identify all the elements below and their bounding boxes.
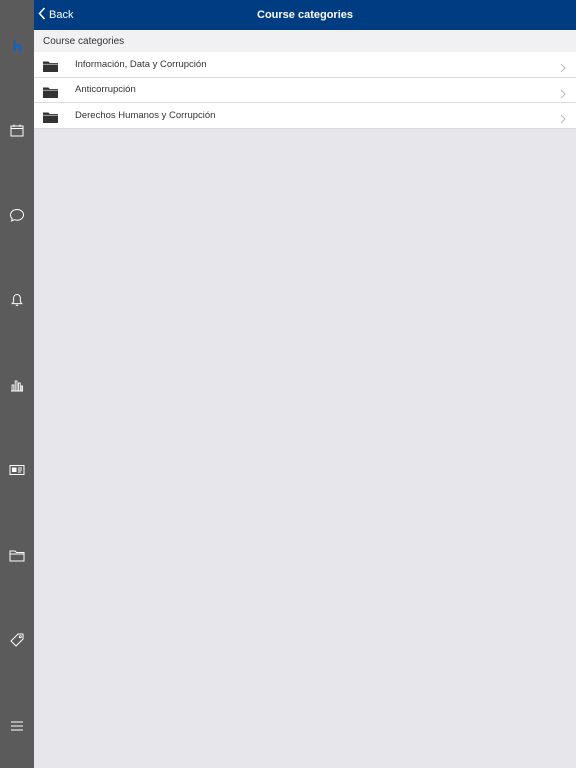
category-label: Derechos Humanos y Corrupción bbox=[75, 109, 216, 121]
chevron-right-icon bbox=[560, 111, 566, 129]
chevron-right-icon bbox=[560, 60, 566, 78]
chevron-left-icon bbox=[38, 7, 46, 23]
id-card-icon[interactable] bbox=[0, 457, 34, 483]
section-title: Course categories bbox=[34, 30, 576, 52]
tag-icon[interactable] bbox=[0, 627, 34, 653]
main-content: Course categories Información, Data y Co… bbox=[34, 30, 576, 129]
chevron-right-icon bbox=[560, 86, 566, 104]
folder-icon bbox=[43, 59, 58, 77]
category-label: Anticorrupción bbox=[75, 84, 136, 96]
category-row[interactable]: Anticorrupción bbox=[34, 78, 576, 104]
folder-icon bbox=[43, 85, 58, 103]
category-row[interactable]: Derechos Humanos y Corrupción bbox=[34, 103, 576, 129]
folder-icon bbox=[43, 110, 58, 128]
sidebar bbox=[0, 0, 34, 768]
page-title: Course categories bbox=[257, 9, 353, 21]
chat-icon[interactable] bbox=[0, 202, 34, 228]
category-list: Información, Data y Corrupción Anticorru… bbox=[34, 52, 576, 129]
category-label: Información, Data y Corrupción bbox=[75, 58, 207, 70]
back-label: Back bbox=[49, 9, 74, 21]
menu-icon[interactable] bbox=[0, 713, 34, 739]
folder-icon[interactable] bbox=[0, 542, 34, 568]
back-button[interactable]: Back bbox=[38, 0, 73, 30]
category-row[interactable]: Información, Data y Corrupción bbox=[34, 52, 576, 78]
bell-icon[interactable] bbox=[0, 287, 34, 313]
top-navigation-bar: Back Course categories bbox=[34, 0, 576, 30]
calendar-icon[interactable] bbox=[0, 117, 34, 143]
home-icon[interactable] bbox=[0, 32, 34, 58]
bar-chart-icon[interactable] bbox=[0, 372, 34, 398]
